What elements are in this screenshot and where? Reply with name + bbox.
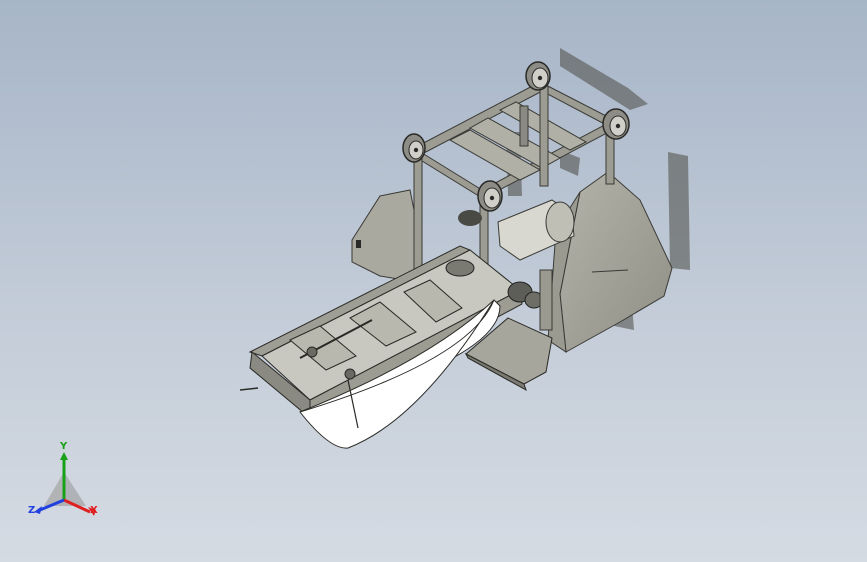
z-axis-label: Z — [28, 505, 36, 516]
pulley-wheel[interactable] — [602, 108, 630, 140]
machine-assembly-model[interactable] — [0, 0, 867, 562]
y-axis-label: Y — [60, 441, 68, 452]
coordinate-triad: Y X Z — [24, 441, 114, 534]
pulley-wheel[interactable] — [525, 61, 551, 91]
graphics-viewport[interactable]: Y X Z — [0, 0, 867, 562]
side-hopper[interactable] — [547, 171, 673, 354]
rear-hopper[interactable] — [351, 189, 421, 283]
x-axis-label: X — [90, 505, 98, 516]
triad-graphic — [34, 452, 96, 516]
pulley-wheel[interactable] — [402, 133, 426, 163]
pulley-wheel[interactable] — [477, 180, 503, 212]
